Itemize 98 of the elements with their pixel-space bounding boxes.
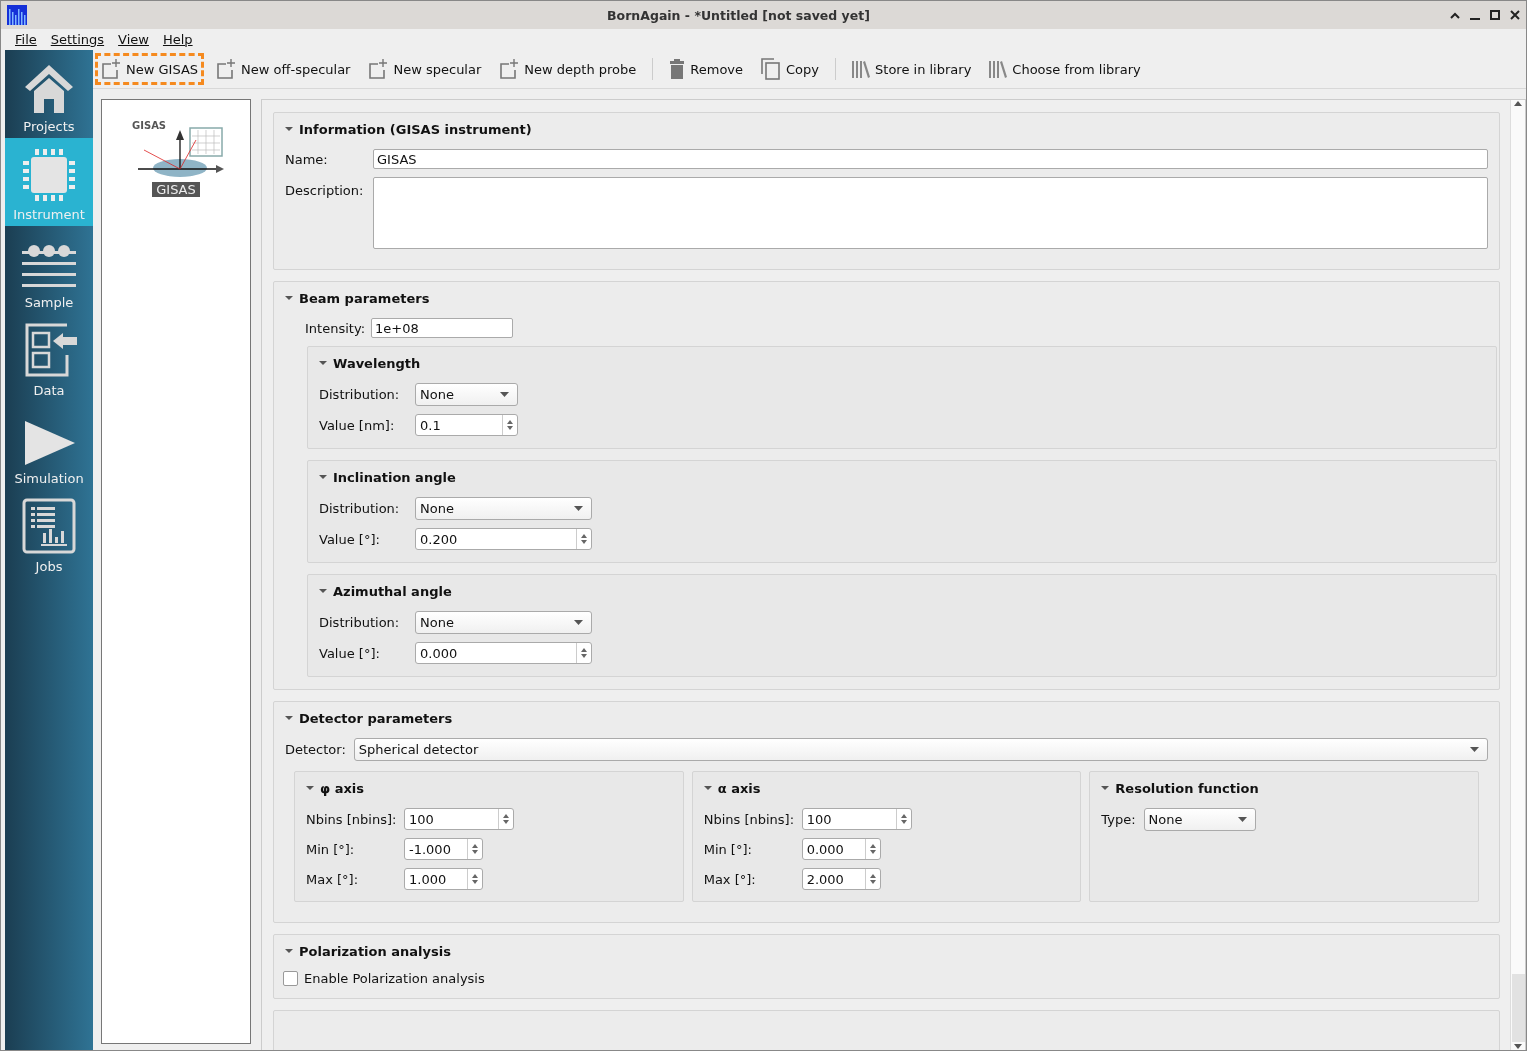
field-label: Value [nm]: [319, 417, 396, 433]
field-label: Max [°]: [703, 871, 757, 887]
chip-icon [21, 147, 77, 203]
books-icon [989, 60, 1008, 78]
value-spinbox[interactable]: -1.000 [404, 838, 483, 860]
detector-dropdown[interactable]: Spherical detector [353, 738, 1488, 761]
group-title[interactable]: Azimuthal angle [333, 583, 452, 599]
sidebar-tab[interactable]: Jobs [5, 490, 93, 578]
add-icon [216, 59, 237, 79]
group-title[interactable]: Resolution function [1115, 780, 1259, 796]
field-label: Type: [1101, 812, 1136, 827]
intensity-field[interactable]: 1e+08 [371, 318, 514, 338]
group-title[interactable]: Wavelength [333, 355, 421, 371]
toolbar-button[interactable]: New GISAS [95, 53, 205, 85]
dropdown-arrow-icon [1237, 817, 1247, 822]
toolbar-button[interactable]: Choose from library [983, 53, 1147, 85]
scroll-down-icon[interactable] [1514, 1044, 1522, 1050]
field-label: Distribution: [319, 501, 401, 516]
distribution-dropdown[interactable]: None [415, 497, 592, 520]
polarization-checkbox[interactable]: Enable Polarization analysis [283, 971, 485, 986]
sidebar-tab[interactable]: Simulation [5, 402, 93, 490]
description-field[interactable] [373, 177, 1488, 249]
field-label: Distribution: [319, 615, 401, 630]
books-icon [852, 60, 871, 78]
collapse-arrow-icon[interactable] [285, 714, 293, 722]
menu-item[interactable]: Settings [50, 32, 105, 47]
group-title[interactable]: Information (GISAS instrument) [299, 121, 532, 137]
sidebar-tab[interactable]: Data [5, 314, 93, 402]
value-spinbox[interactable]: 0.000 [801, 838, 881, 860]
collapse-arrow-icon[interactable] [285, 947, 293, 955]
close-icon[interactable] [1510, 10, 1520, 20]
toolbar-button[interactable]: Store in library [846, 53, 978, 85]
field-label: Value [°]: [319, 645, 381, 661]
field-label: Min [°]: [703, 841, 753, 857]
dropdown-arrow-icon [500, 392, 509, 397]
dropdown-arrow-icon [1470, 747, 1479, 752]
sidebar-tab[interactable]: Projects [5, 50, 93, 138]
field-label: Intensity: [305, 320, 366, 336]
toolbar-button[interactable]: Remove [663, 53, 750, 85]
group-title[interactable]: Detector parameters [299, 710, 453, 726]
group-title[interactable]: φ axis [320, 780, 365, 796]
maximize-icon[interactable] [1490, 10, 1500, 20]
name-field[interactable]: GISAS [373, 149, 1488, 169]
app-logo-icon [7, 5, 27, 25]
collapse-arrow-icon[interactable] [285, 125, 293, 133]
field-label: Detector: [285, 742, 346, 757]
report-icon [21, 497, 77, 555]
value-spinbox[interactable]: 100 [801, 808, 912, 830]
collapse-arrow-icon[interactable] [306, 784, 314, 792]
distribution-dropdown[interactable]: None [415, 383, 518, 406]
field-label: Nbins [nbins]: [306, 811, 396, 827]
sidebar-tab[interactable]: Sample [5, 226, 93, 314]
diagram-caption: GISAS [132, 120, 167, 131]
field-label: Min [°]: [306, 841, 356, 857]
toolbar-button[interactable]: New off-specular [210, 53, 357, 85]
value-spinbox[interactable]: 100 [404, 808, 514, 830]
value-spinbox[interactable]: 2.000 [801, 868, 881, 890]
field-label: Name: [285, 151, 329, 167]
add-icon [368, 59, 389, 79]
field-label: Nbins [nbins]: [703, 811, 794, 827]
collapse-arrow-icon[interactable] [1101, 784, 1110, 792]
collapse-arrow-icon[interactable] [319, 473, 327, 481]
group-title[interactable]: α axis [717, 780, 761, 796]
add-icon [499, 59, 520, 79]
value-spinbox[interactable]: 0.200 [415, 528, 592, 550]
window-title: BornAgain - *Untitled [not saved yet] [606, 7, 871, 23]
copy-icon [761, 58, 782, 80]
collapse-arrow-icon[interactable] [285, 294, 293, 302]
add-icon [101, 59, 121, 79]
group-title[interactable]: Inclination angle [333, 469, 456, 485]
field-label: Distribution: [319, 387, 401, 402]
collapse-arrow-icon[interactable] [319, 359, 327, 367]
group-title[interactable]: Beam parameters [299, 290, 430, 306]
collapse-arrow-icon[interactable] [703, 784, 712, 792]
distribution-dropdown[interactable]: None [415, 611, 592, 634]
scrollbar[interactable] [1510, 100, 1525, 1050]
menu-item[interactable]: View [118, 32, 149, 47]
menu-item[interactable]: Help [162, 32, 193, 47]
dropdown-arrow-icon [574, 620, 583, 625]
value-spinbox[interactable]: 0.1 [415, 414, 518, 436]
scrollbar-thumb[interactable] [1511, 974, 1525, 1042]
field-label: Description: [285, 183, 365, 198]
collapse-arrow-icon[interactable] [319, 587, 327, 595]
toolbar-button[interactable]: New specular [362, 53, 488, 85]
chevron-up-icon[interactable] [1450, 11, 1460, 19]
scroll-up-icon[interactable] [1514, 100, 1522, 106]
toolbar-button[interactable]: Copy [755, 53, 826, 85]
value-spinbox[interactable]: 0.000 [415, 642, 592, 664]
resolution-dropdown[interactable]: None [1143, 808, 1256, 831]
menu-item[interactable]: File [15, 32, 37, 47]
field-label: Max [°]: [306, 871, 360, 887]
group-title[interactable]: Polarization analysis [299, 943, 451, 959]
value-spinbox[interactable]: 1.000 [404, 868, 483, 890]
dropdown-arrow-icon [574, 506, 583, 511]
field-label: Value [°]: [319, 531, 381, 547]
toolbar-button[interactable]: New depth probe [493, 53, 643, 85]
trash-icon [669, 59, 686, 79]
instrument-item[interactable]: GISAS GISAS [128, 118, 224, 197]
